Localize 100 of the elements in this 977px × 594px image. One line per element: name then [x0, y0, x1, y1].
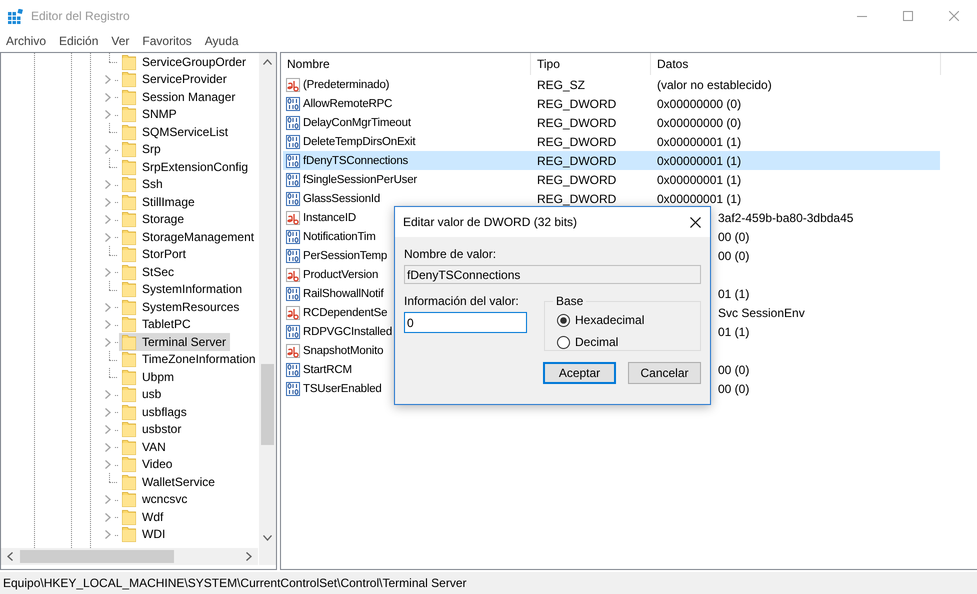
value-data: 0x00000001 (1) — [656, 134, 742, 148]
folder-icon — [122, 508, 136, 525]
scroll-thumb[interactable] — [20, 550, 174, 563]
tree-item[interactable]: Ssh — [119, 176, 167, 193]
value-data: 0x00000001 (1) — [656, 154, 742, 168]
tree-item[interactable]: ServiceGroupOrder — [119, 53, 250, 70]
value-name: TSUserEnabled — [303, 382, 382, 394]
scroll-right-icon[interactable] — [246, 552, 252, 561]
expand-icon[interactable] — [105, 390, 111, 399]
column-header[interactable]: Datos — [651, 53, 941, 75]
tree-item[interactable]: WalletService — [119, 473, 219, 490]
tree-item[interactable]: SrpExtensionConfig — [119, 158, 252, 176]
tree-item[interactable]: Terminal Server — [119, 333, 230, 350]
expand-icon[interactable] — [105, 232, 111, 242]
value-data-field[interactable]: 0 — [404, 312, 527, 333]
tree-item[interactable]: Video — [119, 456, 176, 473]
folder-icon — [122, 124, 136, 140]
tree-item[interactable]: StillImage — [119, 193, 199, 210]
expand-icon[interactable] — [105, 442, 111, 452]
folder-icon — [122, 438, 136, 455]
scroll-left-icon[interactable] — [7, 552, 13, 561]
value-data: 00 (0) — [717, 382, 750, 396]
expand-icon[interactable] — [105, 180, 111, 189]
tree-item[interactable]: usb — [119, 386, 166, 403]
tree-item[interactable]: Ubpm — [119, 368, 178, 386]
field-label: Nombre de valor: — [404, 247, 498, 261]
tree-item[interactable]: TabletPC — [119, 316, 195, 333]
expand-icon[interactable] — [105, 425, 111, 434]
tree-item[interactable]: SystemInformation — [119, 280, 246, 298]
menu-item[interactable]: Ayuda — [204, 34, 239, 48]
expand-icon[interactable] — [105, 215, 111, 224]
expand-icon[interactable] — [105, 268, 111, 276]
expand-icon[interactable] — [105, 92, 111, 102]
value-name: RailShowallNotif — [303, 288, 384, 300]
folder-icon — [122, 106, 136, 122]
tree-item[interactable]: SNMP — [119, 106, 181, 123]
expand-icon[interactable] — [105, 460, 111, 469]
app-icon — [8, 8, 23, 24]
radio-label[interactable]: Hexadecimal — [575, 313, 644, 327]
tree-item[interactable]: Wdf — [119, 508, 168, 526]
expand-icon[interactable] — [105, 530, 111, 539]
folder-icon — [122, 88, 136, 105]
tree-item[interactable]: usbstor — [119, 420, 186, 438]
tree-item[interactable]: Session Manager — [119, 88, 240, 106]
value-data: 0x00000000 (0) — [656, 116, 742, 130]
tree-item[interactable]: StorPort — [119, 246, 190, 263]
tree-item[interactable]: SQMServiceList — [119, 123, 232, 140]
expand-icon[interactable] — [105, 198, 111, 206]
expand-icon[interactable] — [105, 338, 111, 346]
radio-button[interactable] — [557, 336, 570, 348]
value-name: RCDependentSe — [303, 306, 388, 318]
tree-item[interactable]: wcncsvc — [119, 490, 192, 508]
expand-icon[interactable] — [105, 495, 111, 504]
expand-icon[interactable] — [105, 512, 111, 522]
dialog-button[interactable]: Aceptar — [543, 362, 616, 384]
window-title: Editor del Registro — [31, 9, 131, 23]
menu-item[interactable]: Edición — [59, 34, 98, 48]
expand-icon[interactable] — [105, 110, 111, 119]
horizontal-scrollbar[interactable] — [1, 548, 258, 565]
tree-item[interactable]: SystemResources — [119, 298, 244, 316]
tree-item[interactable]: StorageManagement — [119, 228, 258, 246]
scroll-up-icon[interactable] — [263, 59, 272, 65]
scroll-down-icon[interactable] — [263, 535, 272, 541]
menu-item[interactable]: Archivo — [6, 34, 46, 48]
folder-icon — [122, 491, 136, 508]
value-name-field[interactable]: fDenyTSConnections — [404, 265, 701, 284]
expand-icon[interactable] — [105, 320, 111, 329]
expand-icon[interactable] — [105, 302, 111, 312]
value-name: RDPVGCInstalled — [303, 326, 392, 338]
scroll-thumb[interactable] — [261, 364, 274, 445]
value-type: REG_SZ — [536, 78, 586, 92]
tree-item[interactable]: WDI — [119, 526, 170, 543]
tree-item[interactable]: usbflags — [119, 403, 191, 420]
menu-item[interactable]: Ver — [111, 34, 130, 48]
column-header[interactable]: Tipo — [531, 53, 651, 75]
menu-item[interactable]: Favoritos — [142, 34, 192, 48]
value-data: 01 (1) — [717, 286, 750, 300]
dialog-button[interactable]: Cancelar — [628, 362, 701, 384]
tree-item[interactable]: TimeZoneInformation — [119, 350, 258, 368]
value-data: (valor no establecido) — [656, 78, 772, 92]
expand-icon[interactable] — [105, 408, 111, 416]
column-header[interactable]: Nombre — [281, 53, 531, 75]
folder-icon — [122, 194, 136, 210]
value-name: NotificationTim — [303, 230, 376, 242]
value-data: 00 (0) — [717, 362, 750, 376]
expand-icon[interactable] — [105, 75, 111, 84]
value-type: REG_DWORD — [536, 154, 618, 168]
value-type: REG_DWORD — [536, 192, 618, 206]
expand-icon[interactable] — [105, 145, 111, 154]
tree-item[interactable]: VAN — [119, 438, 170, 456]
radio-button[interactable] — [557, 314, 570, 326]
vertical-scrollbar[interactable] — [259, 53, 276, 548]
selected-row[interactable]: fDenyTSConnections REG_DWORD 0x00000001 (1) — [283, 151, 940, 170]
status-path: Equipo\HKEY_LOCAL_MACHINE\SYSTEM\CurrentControlSet\Control\Terminal Server — [3, 576, 467, 590]
value-name: StartRCM — [303, 364, 352, 376]
tree-item[interactable]: ServiceProvider — [119, 70, 231, 88]
radio-label[interactable]: Decimal — [575, 335, 618, 349]
tree-item[interactable]: StSec — [119, 263, 178, 280]
tree-item[interactable]: Srp — [119, 140, 165, 158]
tree-item[interactable]: Storage — [119, 210, 188, 228]
